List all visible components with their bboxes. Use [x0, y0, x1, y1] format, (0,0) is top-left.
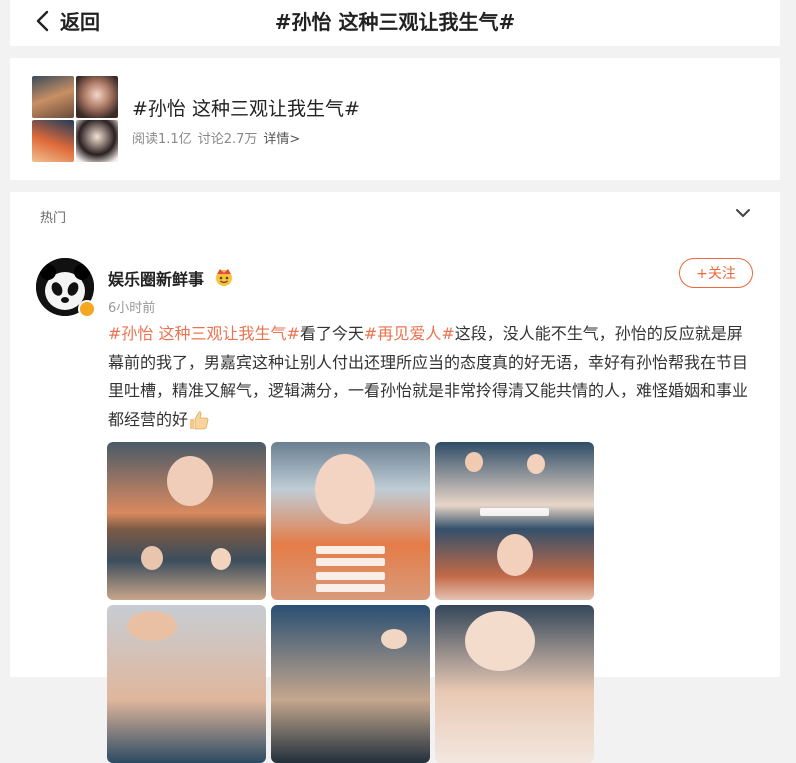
- page-title: #孙怡 这种三观让我生气#: [274, 10, 516, 34]
- tab-hot[interactable]: 热门: [40, 207, 66, 226]
- post-time: 6小时前: [108, 301, 156, 316]
- post-image[interactable]: [435, 605, 594, 763]
- topic-thumbnail: [76, 120, 118, 162]
- image-figure: [141, 546, 163, 570]
- topic-thumbnail: [32, 76, 74, 118]
- crown-emoji-icon: [216, 269, 232, 286]
- post-image[interactable]: [271, 605, 430, 763]
- image-figure: [127, 611, 177, 641]
- image-caption: [479, 508, 550, 516]
- topic-card: #孙怡 这种三观让我生气# 阅读1.1亿 讨论2.7万 详情>: [10, 58, 780, 180]
- image-caption: [315, 572, 386, 580]
- image-figure: [167, 456, 213, 506]
- image-caption: [315, 584, 386, 592]
- image-figure: [381, 629, 407, 649]
- topic-thumbnail: [32, 120, 74, 162]
- chevron-down-icon[interactable]: [734, 206, 752, 220]
- author-name[interactable]: 娱乐圈新鲜事: [108, 266, 204, 290]
- image-figure: [527, 454, 545, 474]
- topic-discussions: 讨论2.7万: [197, 132, 258, 147]
- thumbs-up-icon: [190, 411, 209, 430]
- topic-thumbnail-grid[interactable]: [32, 76, 118, 162]
- feed-card: 热门 娱乐圈新鲜事 6小时前 +关注 #孙怡 这种三观让我生气#看了今天#再见爱…: [10, 192, 780, 763]
- header-bar: 返回 #孙怡 这种三观让我生气#: [10, 0, 780, 46]
- post-image[interactable]: [435, 442, 594, 600]
- image-caption: [315, 546, 386, 554]
- topic-meta: 阅读1.1亿 讨论2.7万 详情>: [132, 128, 300, 147]
- topic-details-link[interactable]: 详情>: [263, 128, 300, 147]
- image-figure: [465, 611, 535, 671]
- topic-title: #孙怡 这种三观让我生气#: [132, 98, 360, 120]
- post-image[interactable]: [271, 442, 430, 600]
- follow-button[interactable]: +关注: [679, 258, 753, 288]
- image-figure: [211, 548, 231, 570]
- post-image-grid: [107, 442, 594, 763]
- post-image[interactable]: [107, 605, 266, 763]
- image-figure: [465, 452, 483, 472]
- topic-reads: 阅读1.1亿: [132, 132, 192, 147]
- topic-tag-link[interactable]: #再见爱人#: [364, 324, 455, 343]
- post-image[interactable]: [107, 442, 266, 600]
- topic-thumbnail: [76, 76, 118, 118]
- verified-badge-icon: [78, 300, 96, 318]
- image-caption: [315, 558, 386, 566]
- post-text: #孙怡 这种三观让我生气#看了今天#再见爱人#这段，没人能不生气，孙怡的反应就是…: [108, 320, 758, 434]
- image-figure: [315, 454, 375, 524]
- image-figure: [497, 534, 533, 576]
- post-text-segment: 看了今天: [299, 324, 364, 343]
- topic-tag-link[interactable]: #孙怡 这种三观让我生气#: [108, 324, 300, 343]
